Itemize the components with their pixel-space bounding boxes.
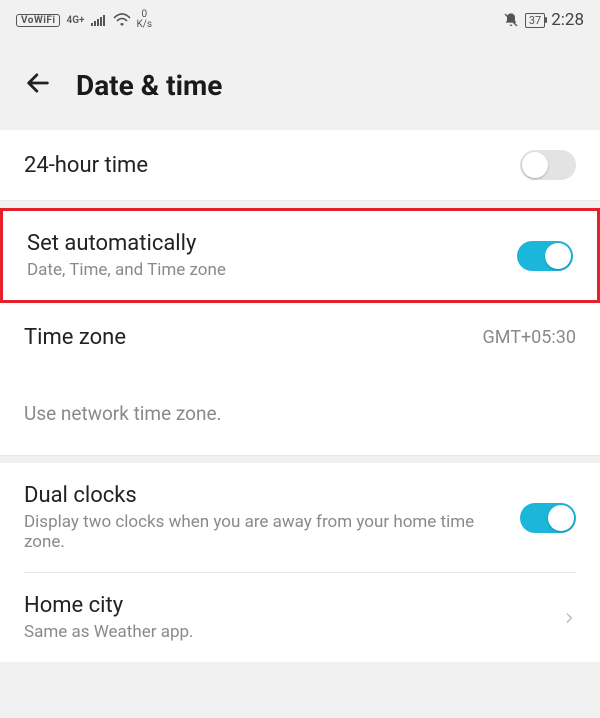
- network-speed: 0 K/s: [137, 10, 153, 30]
- page-header: Date & time: [0, 40, 600, 130]
- label-home-city: Home city: [24, 593, 546, 618]
- speed-unit: K/s: [137, 20, 153, 30]
- label-set-auto: Set automatically: [27, 231, 501, 256]
- clock: 2:28: [551, 10, 584, 30]
- vowifi-indicator: VoWiFi: [16, 14, 60, 27]
- hint-network-time-zone: Use network time zone.: [0, 372, 600, 455]
- battery-indicator: 37: [525, 13, 545, 28]
- toggle-set-automatically[interactable]: [517, 241, 573, 271]
- highlight-set-automatically: Set automatically Date, Time, and Time z…: [0, 208, 600, 303]
- page-title: Date & time: [76, 69, 222, 102]
- label-dual-clocks: Dual clocks: [24, 483, 504, 508]
- back-button[interactable]: [24, 69, 52, 101]
- row-set-automatically[interactable]: Set automatically Date, Time, and Time z…: [3, 211, 597, 300]
- cellular-4g-label: 4G+: [66, 15, 84, 26]
- status-bar: VoWiFi 4G+ 0 K/s 37 2:28: [0, 0, 600, 40]
- row-time-zone[interactable]: Time zone GMT+05:30: [0, 303, 600, 372]
- sublabel-home-city: Same as Weather app.: [24, 622, 546, 642]
- label-time-zone: Time zone: [24, 325, 467, 350]
- mute-icon: [503, 12, 519, 28]
- sublabel-dual-clocks: Display two clocks when you are away fro…: [24, 512, 504, 552]
- toggle-dual-clocks[interactable]: [520, 503, 576, 533]
- row-home-city[interactable]: Home city Same as Weather app.: [0, 573, 600, 662]
- label-24-hour: 24-hour time: [24, 153, 504, 178]
- back-arrow-icon: [24, 69, 52, 97]
- value-time-zone: GMT+05:30: [483, 327, 577, 348]
- sublabel-set-auto: Date, Time, and Time zone: [27, 260, 501, 280]
- chevron-right-icon: [562, 611, 576, 625]
- row-24-hour-time[interactable]: 24-hour time: [0, 130, 600, 200]
- wifi-icon: [113, 13, 131, 27]
- row-dual-clocks[interactable]: Dual clocks Display two clocks when you …: [0, 463, 600, 572]
- toggle-24-hour[interactable]: [520, 150, 576, 180]
- signal-bars-icon: [91, 14, 107, 26]
